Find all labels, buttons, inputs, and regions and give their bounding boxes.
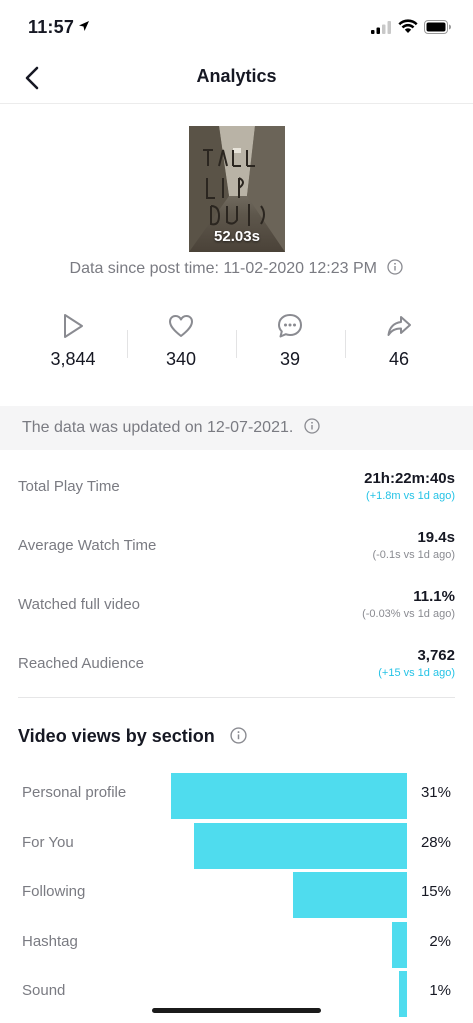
chart-value-label: 2% bbox=[429, 932, 451, 950]
nav-bar: Analytics bbox=[0, 52, 473, 104]
cellular-signal-icon bbox=[371, 21, 391, 34]
chart-value-label: 28% bbox=[420, 833, 451, 851]
share-icon bbox=[387, 316, 411, 336]
heart-icon bbox=[169, 315, 193, 337]
stat-views: 3,844 bbox=[28, 312, 118, 370]
chart-category-label: Hashtag bbox=[22, 932, 78, 950]
stat-likes: 340 bbox=[136, 312, 226, 370]
comment-icon bbox=[278, 314, 302, 338]
stat-divider bbox=[345, 330, 346, 358]
stat-divider bbox=[236, 330, 237, 358]
status-bar: 11:57 bbox=[0, 0, 473, 52]
stat-views-value: 3,844 bbox=[50, 349, 96, 369]
chart-bar bbox=[193, 822, 407, 869]
metric-value: 19.4s bbox=[417, 529, 455, 546]
chart-category-label: Sound bbox=[22, 982, 66, 999]
stat-shares: 46 bbox=[354, 312, 444, 370]
metric-delta: (-0.1s vs 1d ago) bbox=[372, 549, 455, 561]
section-divider bbox=[18, 697, 455, 698]
metric-reached-audience: Reached Audience 3,762 (+15 vs 1d ago) bbox=[18, 636, 455, 694]
stat-divider bbox=[127, 330, 128, 358]
stat-shares-value: 46 bbox=[388, 349, 410, 369]
chart-value-label: 31% bbox=[420, 784, 451, 801]
data-since-label: Data since post time: 11-02-2020 12:23 P… bbox=[69, 260, 377, 277]
chart-value-label: 1% bbox=[429, 982, 451, 999]
stat-comments-value: 39 bbox=[279, 349, 301, 369]
metric-value: 21h:22m:40s bbox=[364, 470, 455, 487]
chart-category-label: Following bbox=[22, 883, 86, 900]
chart-bar bbox=[399, 971, 407, 1017]
info-icon[interactable] bbox=[304, 418, 320, 434]
chart-row: Following 15% bbox=[0, 869, 473, 918]
metric-watched-full-video: Watched full video 11.1% (-0.03% vs 1d a… bbox=[18, 577, 455, 635]
metric-total-play-time: Total Play Time 21h:22m:40s (+1.8m vs 1d… bbox=[18, 459, 455, 517]
data-since-text: Data since post time: 11-02-2020 12:23 P… bbox=[0, 259, 473, 278]
chart-category-label: For You bbox=[22, 833, 74, 851]
info-icon[interactable] bbox=[387, 259, 404, 275]
metric-delta: (+1.8m vs 1d ago) bbox=[366, 490, 455, 502]
engagement-stats: 3,844 340 39 46 bbox=[0, 312, 473, 382]
chart-row: Hashtag 2% bbox=[0, 919, 473, 968]
data-updated-banner: The data was updated on 12-07-2021. bbox=[0, 406, 473, 450]
metric-label: Watched full video bbox=[18, 596, 141, 613]
battery-icon bbox=[424, 20, 451, 34]
views-by-section-title: Video views by section bbox=[18, 726, 247, 747]
views-by-section-label: Video views by section bbox=[18, 726, 215, 746]
chart-value-label: 15% bbox=[420, 883, 451, 900]
status-time: 11:57 bbox=[28, 17, 75, 37]
location-arrow-icon bbox=[79, 21, 89, 31]
chart-bar bbox=[391, 921, 407, 968]
metric-label: Total Play Time bbox=[18, 478, 120, 495]
metric-label: Average Watch Time bbox=[18, 537, 157, 554]
chart-row: For You 28% bbox=[0, 820, 473, 869]
metric-value: 3,762 bbox=[417, 647, 455, 664]
metric-delta: (+15 vs 1d ago) bbox=[378, 667, 455, 679]
play-icon bbox=[64, 314, 83, 338]
metric-average-watch-time: Average Watch Time 19.4s (-0.1s vs 1d ag… bbox=[18, 518, 455, 576]
info-icon[interactable] bbox=[230, 727, 247, 744]
stat-likes-value: 340 bbox=[165, 349, 197, 369]
video-duration: 52.03s bbox=[214, 228, 260, 245]
chart-row: Personal profile 31% bbox=[0, 770, 473, 819]
video-thumbnail[interactable]: 52.03s bbox=[189, 126, 285, 252]
page-title: Analytics bbox=[196, 66, 277, 86]
metric-delta: (-0.03% vs 1d ago) bbox=[362, 608, 455, 620]
chart-bar bbox=[171, 773, 407, 819]
data-updated-text: The data was updated on 12-07-2021. bbox=[22, 418, 320, 437]
stat-comments: 39 bbox=[245, 312, 335, 370]
chart-bar bbox=[292, 872, 407, 918]
metric-label: Reached Audience bbox=[18, 655, 144, 672]
chart-category-label: Personal profile bbox=[22, 784, 127, 801]
data-updated-label: The data was updated on 12-07-2021. bbox=[22, 419, 294, 436]
home-indicator[interactable] bbox=[152, 1008, 321, 1013]
metric-value: 11.1% bbox=[413, 588, 455, 605]
views-by-section-chart: Personal profile 31% For You 28% Following 15… bbox=[0, 770, 473, 1023]
wifi-icon bbox=[398, 19, 418, 33]
